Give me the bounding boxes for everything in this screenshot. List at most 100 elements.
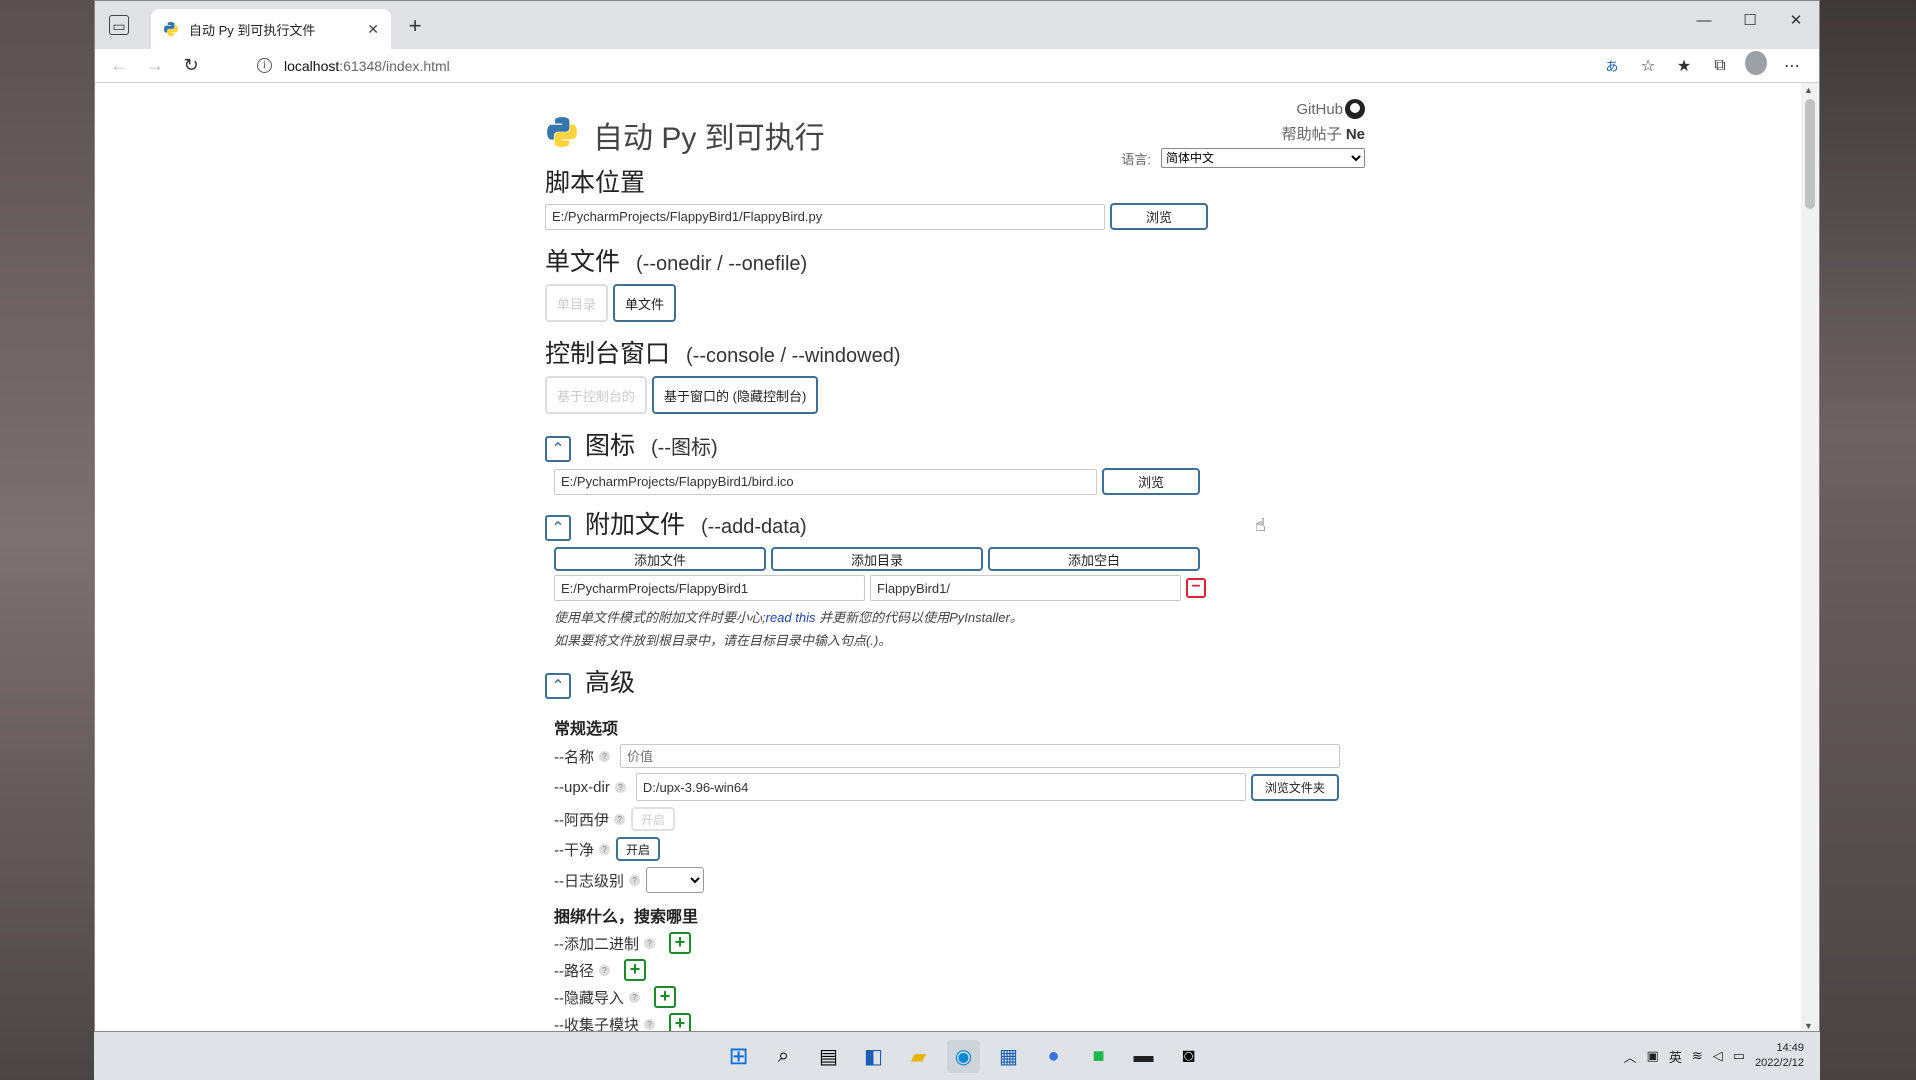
translate-icon[interactable]: あ (1601, 56, 1623, 75)
url-path: :61348/index.html (339, 57, 450, 74)
read-this-link[interactable]: read this (766, 610, 816, 625)
script-path-input[interactable]: E:/PycharmProjects/FlappyBird1/FlappyBir… (545, 203, 1105, 230)
start-icon[interactable]: ⊞ (722, 1040, 755, 1073)
refresh-icon[interactable]: ↻ (173, 55, 209, 76)
forward-icon[interactable]: → (137, 55, 173, 76)
bundle-title: 捆绑什么，搜索哪里 (554, 909, 699, 926)
paths-label: --路径 (554, 962, 594, 980)
script-location-section: 脚本位置 E:/PycharmProjects/FlappyBird1/Flap… (545, 163, 1365, 230)
add-folder-button[interactable]: 添加目录 (771, 547, 983, 571)
volume-icon[interactable]: ◁ (1713, 1048, 1723, 1064)
help-icon[interactable]: ? (644, 937, 655, 949)
script-browse-button[interactable]: 浏览 (1110, 203, 1208, 230)
site-info-icon[interactable]: i (257, 58, 272, 73)
clock[interactable]: 14:49 2022/2/12 (1755, 1041, 1804, 1071)
language-row: 语言: 简体中文 (1121, 148, 1365, 168)
console-based-toggle[interactable]: 基于控制台的 (545, 376, 648, 414)
upx-label: --upx-dir (554, 778, 610, 796)
maximize-icon[interactable]: ☐ (1727, 1, 1773, 41)
favorite-star-icon[interactable]: ☆ (1637, 56, 1659, 76)
add-file-button[interactable]: 添加文件 (554, 547, 766, 571)
icon-path-input[interactable]: E:/PycharmProjects/FlappyBird1/bird.ico (554, 468, 1097, 495)
hidden-import-plus-icon[interactable]: + (654, 986, 676, 1008)
language-select[interactable]: 简体中文 (1161, 148, 1365, 168)
tray-chevron-icon[interactable]: ︿ (1624, 1047, 1637, 1066)
paths-plus-icon[interactable]: + (624, 959, 646, 981)
help-icon[interactable]: ? (644, 1018, 655, 1030)
store-icon[interactable]: ▦ (992, 1040, 1025, 1073)
log-level-select[interactable] (646, 867, 704, 893)
collect-submodules-plus-icon[interactable]: + (669, 1013, 691, 1031)
file-explorer-icon[interactable]: ▰ (902, 1040, 935, 1073)
clean-toggle[interactable]: 开启 (616, 837, 661, 861)
icon-browse-button[interactable]: 浏览 (1102, 468, 1200, 495)
add-data-dest-input[interactable]: FlappyBird1/ (870, 575, 1181, 601)
python-favicon-icon (164, 22, 178, 36)
tray-app-icon[interactable]: ▣ (1647, 1048, 1659, 1064)
page-scrollbar[interactable]: ▲ ▼ (1801, 83, 1819, 1031)
scroll-thumb[interactable] (1805, 99, 1815, 209)
help-icon[interactable]: ? (614, 813, 625, 825)
task-view-icon[interactable]: ▤ (812, 1040, 845, 1073)
help-icon[interactable]: ? (629, 991, 640, 1003)
browser-tab-active[interactable]: 自动 Py 到可执行文件 ✕ (151, 9, 391, 49)
onedir-toggle[interactable]: 单目录 (545, 284, 609, 322)
add-data-section: ⌃ 附加文件 (--add-data) 添加文件 添加目录 添加空白 E:/Pych… (545, 505, 1365, 649)
profile-icon[interactable] (1745, 51, 1767, 80)
add-data-source-input[interactable]: E:/PycharmProjects/FlappyBird1 (554, 575, 865, 601)
add-binary-plus-icon[interactable]: + (669, 932, 691, 954)
new-tab-icon[interactable]: + (401, 13, 429, 39)
help-post-link[interactable]: 帮助帖子 Ne (1121, 123, 1365, 144)
help-icon[interactable]: ? (599, 750, 610, 762)
terminal-icon[interactable]: ▬ (1127, 1040, 1160, 1073)
remove-entry-icon[interactable]: − (1186, 578, 1206, 598)
upx-browse-folder-button[interactable]: 浏览文件夹 (1250, 773, 1339, 801)
header-links: GitHub 帮助帖子 Ne 语言: 简体中文 (1121, 99, 1365, 168)
onefile-toggle[interactable]: 单文件 (613, 284, 677, 322)
help-icon[interactable]: ? (599, 964, 610, 976)
minimize-icon[interactable]: — (1681, 1, 1727, 41)
tab-close-icon[interactable]: ✕ (367, 21, 379, 38)
search-icon[interactable]: ⌕ (767, 1040, 800, 1073)
wifi-icon[interactable]: ≋ (1692, 1048, 1703, 1064)
name-label: --名称 (554, 748, 594, 766)
help-icon[interactable]: ? (599, 843, 610, 855)
page-header: 自动 Py 到可执行 GitHub 帮助帖子 Ne 语言: 简体中文 (545, 83, 1365, 168)
script-location-heading: 脚本位置 (545, 163, 1365, 199)
help-link[interactable]: Ne (1346, 126, 1365, 143)
ascii-toggle[interactable]: 开启 (631, 807, 676, 831)
tab-actions-icon[interactable]: ▭ (109, 15, 129, 35)
github-link[interactable]: GitHub (1121, 99, 1365, 119)
advanced-collapse-icon[interactable]: ⌃ (545, 673, 571, 699)
collections-icon[interactable]: ⧉ (1709, 57, 1731, 75)
clock-date: 2022/2/12 (1755, 1057, 1804, 1069)
option-ascii: --阿西伊? 开启 (554, 807, 1365, 831)
tab-bar: ▭ 自动 Py 到可执行文件 ✕ + — ☐ ✕ (95, 1, 1819, 49)
url-field[interactable]: i localhost:61348/index.html (247, 51, 1307, 81)
more-menu-icon[interactable]: ⋯ (1781, 56, 1803, 76)
option-paths: --路径? + (554, 959, 1365, 981)
scroll-up-icon[interactable]: ▲ (1804, 85, 1813, 95)
battery-icon[interactable]: ▭ (1733, 1048, 1745, 1064)
camera-app-icon[interactable]: ◙ (1172, 1040, 1205, 1073)
widgets-icon[interactable]: ◧ (857, 1040, 890, 1073)
close-window-icon[interactable]: ✕ (1773, 1, 1819, 41)
ime-indicator[interactable]: 英 (1669, 1047, 1682, 1066)
back-icon[interactable]: ← (101, 55, 137, 76)
help-icon[interactable]: ? (629, 874, 640, 886)
app-blue-icon[interactable]: ● (1037, 1040, 1070, 1073)
hidden-import-label: --隐藏导入 (554, 989, 624, 1007)
help-icon[interactable]: ? (614, 781, 626, 793)
app-green-icon[interactable]: ■ (1082, 1040, 1115, 1073)
window-based-toggle[interactable]: 基于窗口的 (隐藏控制台) (652, 376, 819, 414)
scroll-down-icon[interactable]: ▼ (1804, 1021, 1813, 1031)
add-data-collapse-icon[interactable]: ⌃ (545, 515, 571, 541)
edge-icon[interactable]: ◉ (947, 1039, 980, 1073)
taskbar: ⊞ ⌕ ▤ ◧ ▰ ◉ ▦ ● ■ ▬ ◙ ︿ ▣ 英 ≋ ◁ ▭ 14:49 … (94, 1032, 1820, 1080)
advanced-title: 高级 (585, 669, 636, 697)
icon-collapse-icon[interactable]: ⌃ (545, 436, 571, 462)
name-input[interactable] (620, 744, 1340, 768)
favorites-icon[interactable]: ★ (1673, 56, 1695, 76)
add-blank-button[interactable]: 添加空白 (988, 547, 1200, 571)
upx-dir-input[interactable]: D:/upx-3.96-win64 (635, 773, 1246, 801)
